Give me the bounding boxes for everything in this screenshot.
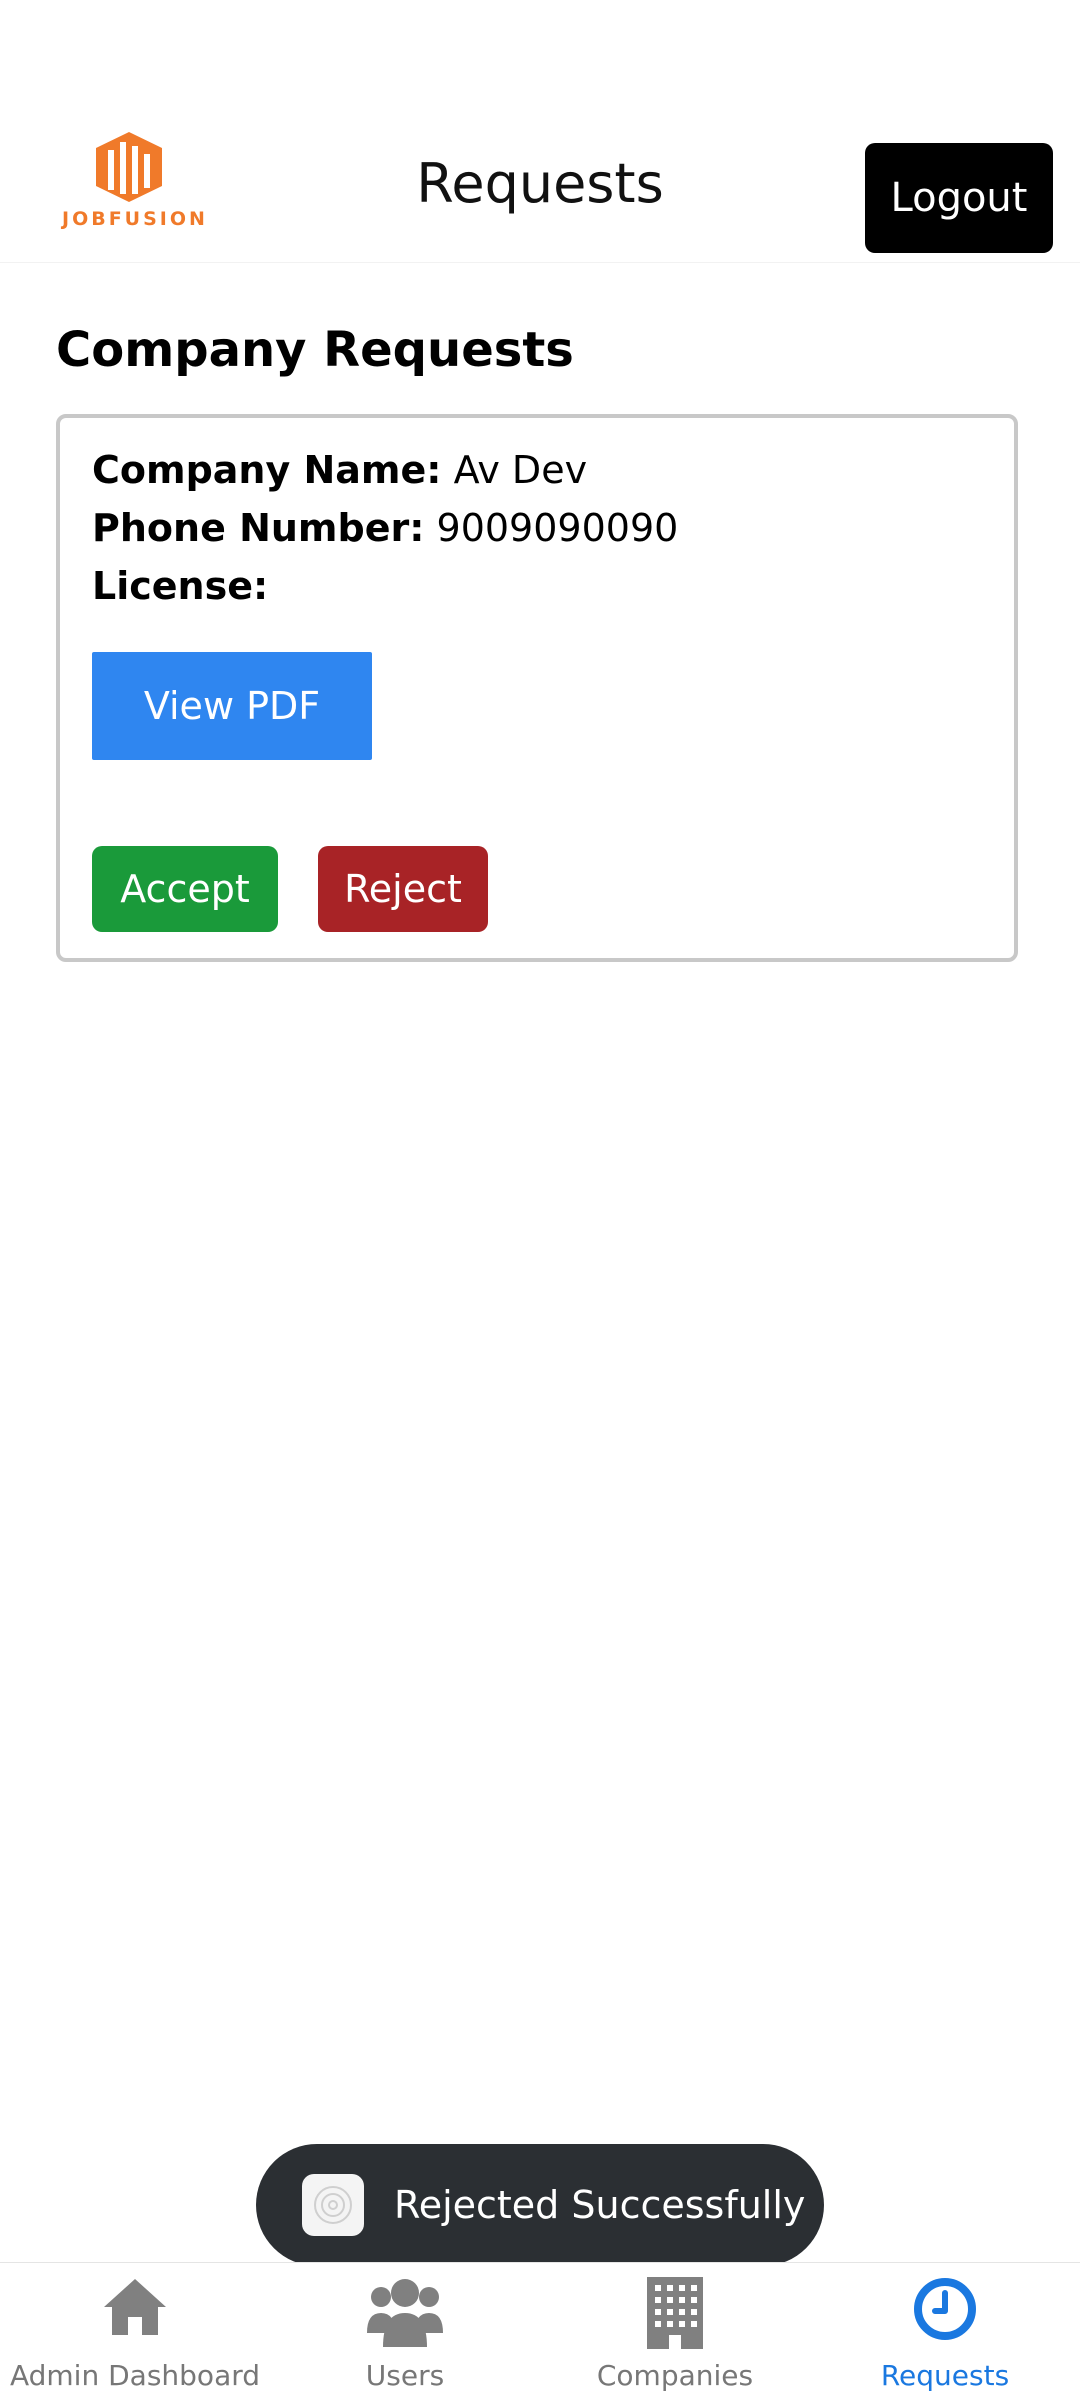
app-header: JOBFUSION Requests Logout	[0, 0, 1080, 263]
phone-number-value: 9009090090	[436, 506, 679, 550]
bottom-navigation: Admin Dashboard Users Companies Requests	[0, 2262, 1080, 2401]
phone-number-label: Phone Number:	[92, 506, 425, 550]
logo-text: JOBFUSION	[62, 208, 208, 230]
section-title: Company Requests	[56, 322, 574, 378]
nav-label-companies: Companies	[596, 2359, 754, 2392]
clock-icon	[914, 2278, 976, 2340]
nav-item-users[interactable]: Users	[270, 2263, 540, 2401]
nav-item-requests[interactable]: Requests	[810, 2263, 1080, 2401]
nav-label-requests: Requests	[880, 2359, 1010, 2392]
nav-label-users: Users	[365, 2359, 445, 2392]
company-name-label: Company Name:	[92, 448, 442, 492]
building-icon	[647, 2277, 703, 2349]
users-icon	[367, 2279, 443, 2347]
view-pdf-button[interactable]: View PDF	[92, 652, 372, 760]
nav-label-admin-dashboard: Admin Dashboard	[9, 2359, 261, 2392]
logout-button[interactable]: Logout	[865, 143, 1053, 253]
toast-message: Rejected Successfully	[394, 2183, 806, 2227]
nav-item-admin-dashboard[interactable]: Admin Dashboard	[0, 2263, 270, 2401]
license-label: License:	[92, 564, 269, 608]
phone-number-row: Phone Number: 9009090090	[92, 506, 678, 550]
nav-item-companies[interactable]: Companies	[540, 2263, 810, 2401]
company-name-row: Company Name: Av Dev	[92, 448, 587, 492]
home-icon	[104, 2279, 166, 2335]
page-title: Requests	[416, 152, 664, 215]
app-icon	[302, 2174, 364, 2236]
toast-notification: Rejected Successfully	[256, 2144, 824, 2266]
reject-button[interactable]: Reject	[318, 846, 488, 932]
company-request-card: Company Name: Av Dev Phone Number: 90090…	[56, 414, 1018, 962]
logo-mark-icon	[96, 132, 162, 202]
license-row: License:	[92, 564, 268, 608]
company-name-value: Av Dev	[453, 448, 588, 492]
accept-button[interactable]: Accept	[92, 846, 278, 932]
